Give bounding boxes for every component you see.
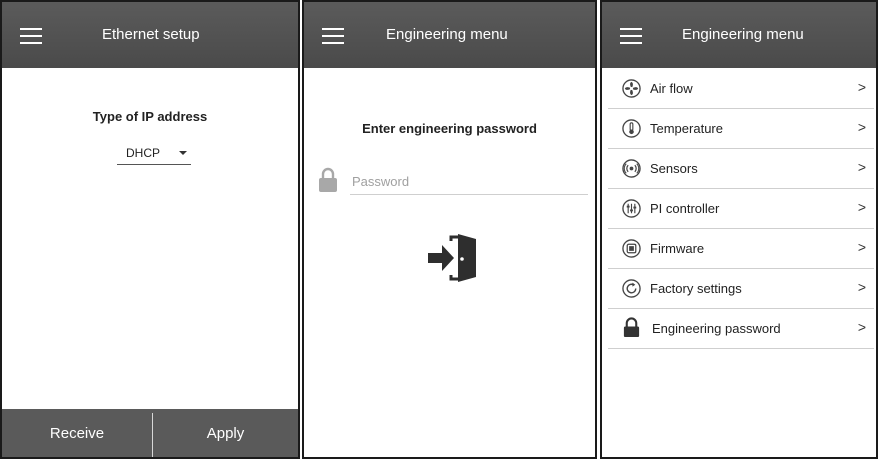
- menu-item-sensors[interactable]: Sensors >: [608, 149, 874, 189]
- action-bar: Receive Apply: [2, 409, 298, 457]
- page-title: Ethernet setup: [102, 26, 200, 43]
- dropdown-arrow-icon: [179, 151, 187, 155]
- apply-button[interactable]: Apply: [153, 409, 298, 457]
- login-icon[interactable]: [428, 232, 478, 284]
- thermometer-icon: [622, 119, 641, 138]
- hamburger-menu-icon[interactable]: [20, 28, 42, 44]
- menu-item-firmware[interactable]: Firmware >: [608, 229, 874, 269]
- hamburger-menu-icon[interactable]: [322, 28, 344, 44]
- app-header: Ethernet setup: [2, 2, 298, 68]
- ip-type-label: Type of IP address: [92, 109, 208, 124]
- engineering-login-screen: Engineering menu Enter engineering passw…: [302, 0, 597, 459]
- password-input[interactable]: [350, 170, 588, 195]
- app-header: Engineering menu: [304, 2, 595, 68]
- menu-label: Engineering password: [652, 321, 781, 336]
- ip-type-dropdown[interactable]: DHCP: [117, 144, 191, 165]
- controller-icon: [622, 199, 641, 218]
- lock-icon: [623, 317, 640, 337]
- chevron-right-icon: >: [857, 119, 866, 135]
- menu-label: Air flow: [650, 81, 693, 96]
- chevron-right-icon: >: [857, 199, 866, 215]
- menu-item-pi-controller[interactable]: PI controller >: [608, 189, 874, 229]
- lock-icon: [319, 167, 337, 192]
- chevron-right-icon: >: [857, 239, 866, 255]
- menu-item-factory-settings[interactable]: Factory settings >: [608, 269, 874, 309]
- menu-item-air-flow[interactable]: Air flow >: [608, 69, 874, 109]
- menu-item-temperature[interactable]: Temperature >: [608, 109, 874, 149]
- menu-label: Temperature: [650, 121, 723, 136]
- menu-label: Firmware: [650, 241, 705, 256]
- menu-label: PI controller: [650, 201, 720, 216]
- chevron-right-icon: >: [857, 319, 866, 335]
- menu-label: Factory settings: [650, 281, 742, 296]
- ip-type-value: DHCP: [126, 146, 161, 160]
- sensor-icon: [622, 159, 641, 178]
- page-title: Engineering menu: [682, 26, 804, 43]
- chevron-right-icon: >: [857, 279, 866, 295]
- chip-icon: [622, 239, 641, 258]
- hamburger-menu-icon[interactable]: [620, 28, 642, 44]
- password-prompt: Enter engineering password: [362, 121, 537, 136]
- fan-icon: [622, 79, 641, 98]
- engineering-menu-screen: Engineering menu Air flow > Temperature …: [600, 0, 878, 459]
- app-header: Engineering menu: [602, 2, 876, 68]
- chevron-right-icon: >: [857, 159, 866, 175]
- chevron-right-icon: >: [857, 79, 866, 95]
- page-title: Engineering menu: [386, 26, 508, 43]
- menu-label: Sensors: [650, 161, 698, 176]
- receive-button[interactable]: Receive: [2, 409, 152, 457]
- reset-icon: [622, 279, 641, 298]
- menu-item-engineering-password[interactable]: Engineering password >: [608, 309, 874, 349]
- ethernet-setup-screen: Ethernet setup Type of IP address DHCP R…: [0, 0, 300, 459]
